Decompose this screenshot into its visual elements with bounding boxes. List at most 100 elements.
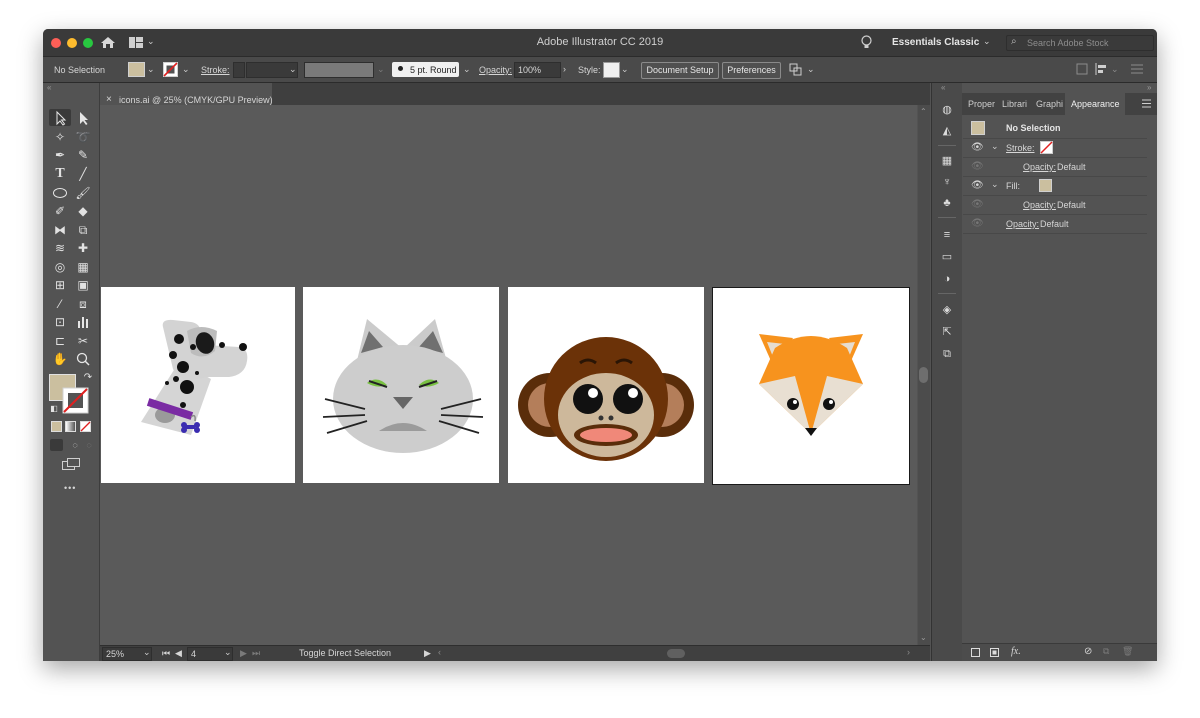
lightbulb-icon[interactable]: [861, 35, 872, 50]
chevron-down-icon[interactable]: ⌄: [621, 64, 629, 75]
stroke-row-label[interactable]: Stroke:: [1006, 143, 1035, 153]
chevron-down-icon[interactable]: ⌄: [147, 64, 155, 75]
delete-item-icon[interactable]: 🗑: [1122, 646, 1133, 657]
artboard-dalmatian-dog[interactable]: [101, 287, 295, 483]
eraser-tool-icon[interactable]: ◆: [74, 203, 92, 219]
previous-artboard-icon[interactable]: ◀: [175, 648, 182, 659]
puppet-warp-tool-icon[interactable]: ✚: [74, 240, 92, 256]
menu-icon[interactable]: [1131, 64, 1143, 74]
collapse-panel-icon[interactable]: «: [47, 83, 51, 92]
swatches-icon[interactable]: ▦: [940, 154, 954, 168]
shaper-tool-icon[interactable]: ✐: [51, 203, 69, 219]
pen-tool-icon[interactable]: ✒: [51, 147, 69, 163]
eye-icon[interactable]: 👁: [971, 161, 984, 172]
chevron-down-icon[interactable]: ⌄: [983, 36, 991, 47]
chevron-right-icon[interactable]: ›: [563, 64, 566, 74]
scroll-down-icon[interactable]: ⌄: [920, 633, 927, 642]
artboards-panel-icon[interactable]: ⧉: [940, 347, 954, 361]
magic-wand-tool-icon[interactable]: ✧: [51, 129, 69, 145]
tab-libraries[interactable]: Librari: [1002, 93, 1027, 115]
symbols-icon[interactable]: ♣: [940, 196, 954, 210]
horizontal-scroll-thumb[interactable]: [667, 649, 685, 658]
first-artboard-icon[interactable]: ⏮: [162, 648, 170, 659]
reflect-tool-icon[interactable]: ⧓: [51, 222, 69, 238]
align-icon[interactable]: [1095, 63, 1107, 75]
status-menu-icon[interactable]: ▶: [424, 648, 431, 659]
line-segment-tool-icon[interactable]: ╱: [74, 166, 92, 182]
transparency-icon[interactable]: ◑: [940, 272, 954, 286]
blend-tool-icon[interactable]: ⧈: [74, 296, 92, 312]
screen-mode-icon[interactable]: [62, 458, 80, 470]
draw-normal-icon[interactable]: [50, 439, 63, 451]
shape-builder-tool-icon[interactable]: ◎: [51, 259, 69, 275]
opacity-row-label[interactable]: Opacity:: [1006, 219, 1039, 229]
curvature-tool-icon[interactable]: ✎: [74, 147, 92, 163]
fill-row-swatch[interactable]: [1039, 179, 1052, 192]
chevron-down-icon[interactable]: ⌄: [1111, 64, 1119, 75]
scroll-thumb[interactable]: [919, 367, 928, 383]
stroke-row[interactable]: 👁 ⌄ Stroke:: [963, 139, 1147, 158]
none-mode-icon[interactable]: [80, 421, 91, 432]
fill-color-swatch[interactable]: [128, 62, 145, 77]
opacity-input[interactable]: 100%: [514, 62, 561, 78]
column-graph-tool-icon[interactable]: [74, 314, 92, 330]
direct-selection-tool-icon[interactable]: [74, 110, 92, 126]
chevron-down-icon[interactable]: ⌄: [463, 64, 471, 75]
tab-appearance-active[interactable]: Appearance: [1065, 93, 1125, 115]
gradient-mode-icon[interactable]: [65, 421, 76, 432]
variable-width-profile[interactable]: [304, 62, 374, 78]
gradient-panel-icon[interactable]: ▭: [940, 250, 954, 264]
lasso-tool-icon[interactable]: ➰: [74, 129, 92, 145]
paintbrush-tool-icon[interactable]: 🖌: [74, 185, 92, 201]
eyedropper-tool-icon[interactable]: ⁄: [51, 296, 69, 312]
eye-icon[interactable]: 👁: [971, 199, 984, 210]
draw-inside-icon[interactable]: ◌: [80, 437, 98, 453]
symbol-sprayer-tool-icon[interactable]: ⊡: [51, 314, 69, 330]
edit-toolbar-button[interactable]: •••: [64, 483, 76, 493]
artboard-orange-fox[interactable]: [712, 287, 910, 485]
document-setup-button[interactable]: Document Setup: [641, 62, 719, 79]
chevron-down-icon[interactable]: ⌄: [182, 64, 190, 75]
last-artboard-icon[interactable]: ⏭: [252, 648, 260, 659]
canvas[interactable]: [100, 105, 917, 645]
opacity-label[interactable]: Opacity:: [479, 65, 512, 75]
mesh-tool-icon[interactable]: ⊞: [51, 277, 69, 293]
asset-export-icon[interactable]: ⇱: [940, 325, 954, 339]
brush-definition[interactable]: 5 pt. Round: [392, 62, 459, 77]
selection-tool-icon[interactable]: [51, 110, 69, 126]
document-tab[interactable]: × icons.ai @ 25% (CMYK/GPU Preview): [100, 83, 273, 105]
vertical-scrollbar[interactable]: ⌃ ⌄: [918, 105, 930, 645]
stroke-none-swatch[interactable]: [163, 62, 178, 77]
stroke-weight-stepper[interactable]: [233, 62, 245, 78]
scroll-right-icon[interactable]: ›: [907, 647, 910, 657]
zoom-tool-icon[interactable]: [74, 351, 92, 367]
chevron-down-icon[interactable]: ⌄: [991, 141, 999, 152]
hand-tool-icon[interactable]: ✋: [51, 351, 69, 367]
add-stroke-icon[interactable]: [971, 648, 980, 657]
color-panel-icon[interactable]: ◭: [940, 124, 954, 138]
default-colors-icon[interactable]: ◧: [45, 401, 63, 417]
scale-tool-icon[interactable]: ⧉: [74, 222, 92, 238]
color-mode-icon[interactable]: [51, 421, 62, 432]
scroll-up-icon[interactable]: ⌃: [920, 107, 927, 116]
add-effect-button[interactable]: fx.: [1011, 646, 1021, 657]
preferences-button[interactable]: Preferences: [722, 62, 781, 79]
transform-icon[interactable]: [1076, 63, 1088, 75]
brushes-icon[interactable]: ♆: [940, 175, 954, 189]
stroke-color-indicator[interactable]: [62, 387, 89, 414]
layers-icon[interactable]: ◈: [940, 303, 954, 317]
stock-search-input[interactable]: ⌕ Search Adobe Stock: [1006, 35, 1154, 51]
stroke-label[interactable]: Stroke:: [201, 65, 230, 75]
artboard-tool-icon[interactable]: ⊏: [51, 333, 69, 349]
collapse-dock-icon[interactable]: »: [1147, 83, 1151, 92]
ellipse-tool-icon[interactable]: [51, 185, 69, 201]
opacity-row[interactable]: 👁 Opacity: Default: [963, 215, 1147, 234]
width-tool-icon[interactable]: ≋: [51, 240, 69, 256]
stroke-opacity-row[interactable]: 👁 Opacity: Default: [963, 158, 1147, 177]
type-tool-icon[interactable]: T: [51, 166, 69, 182]
expand-panels-icon[interactable]: «: [941, 83, 945, 92]
arrange-icon[interactable]: [789, 63, 803, 76]
chevron-down-icon[interactable]: ⌄: [289, 64, 297, 75]
artboard-brown-monkey[interactable]: [508, 287, 704, 483]
workspace-switcher[interactable]: Essentials Classic: [892, 37, 979, 48]
